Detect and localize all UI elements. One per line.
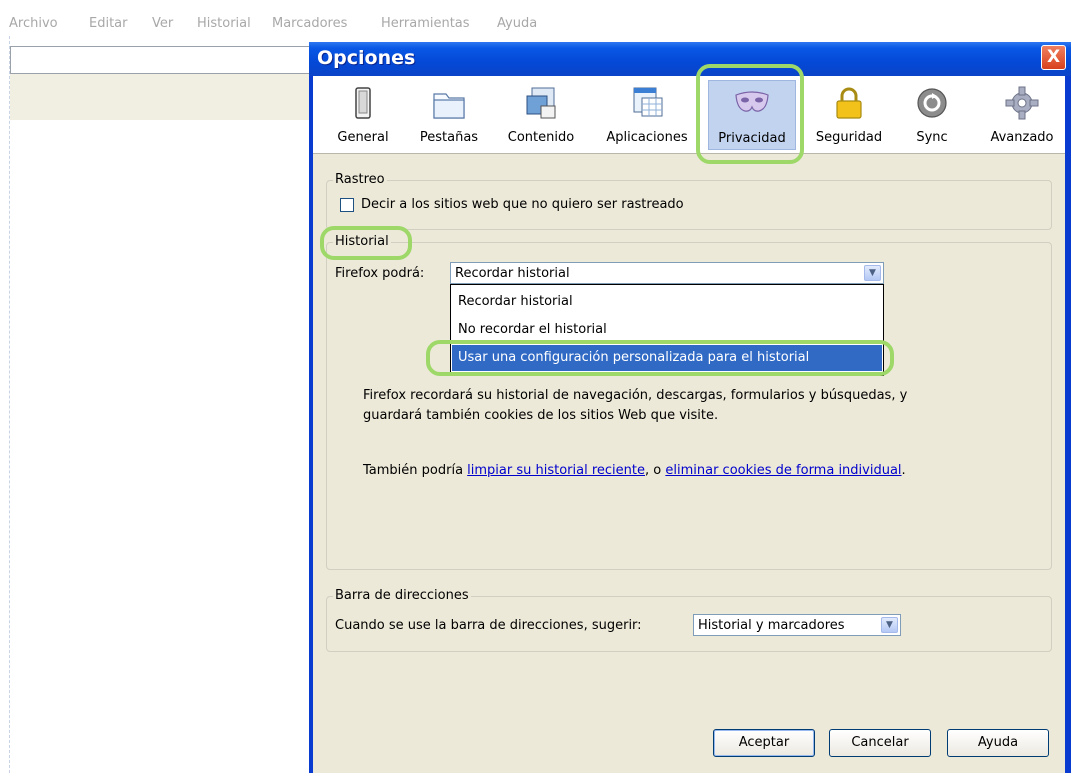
menu-marcadores[interactable]: Marcadores — [272, 16, 347, 31]
menu-archivo[interactable]: Archivo — [9, 16, 58, 31]
history-description-line2: guardará también cookies de los sitios W… — [363, 408, 719, 423]
tab-avanzado-label: Avanzado — [990, 130, 1054, 145]
browser-content-edge — [0, 36, 10, 773]
tab-contenido-label: Contenido — [507, 130, 575, 145]
tab-avanzado[interactable]: Avanzado — [981, 80, 1063, 150]
history-legend: Historial — [333, 234, 391, 249]
dialog-client-area: General Pestañas Contenido Aplicaciones … — [313, 76, 1065, 773]
address-bar-legend: Barra de direcciones — [333, 588, 471, 603]
clear-history-link[interactable]: limpiar su historial reciente — [467, 463, 645, 478]
menu-editar[interactable]: Editar — [89, 16, 128, 31]
history-also-text: También podría limpiar su historial reci… — [363, 461, 906, 481]
also-prefix: También podría — [363, 463, 468, 478]
history-mode-select[interactable]: Recordar historial ▼ — [450, 262, 884, 284]
tab-privacidad[interactable]: Privacidad — [708, 80, 796, 150]
preferences-toolbar: General Pestañas Contenido Aplicaciones … — [313, 76, 1065, 154]
gear-icon — [1005, 86, 1039, 120]
history-description-line1: Firefox recordará su historial de navega… — [363, 388, 908, 403]
tab-privacidad-label: Privacidad — [718, 131, 786, 146]
menu-ver[interactable]: Ver — [152, 16, 173, 31]
tab-seguridad-label: Seguridad — [815, 130, 883, 145]
dialog-title: Opciones — [317, 47, 416, 69]
tab-aplicaciones[interactable]: Aplicaciones — [599, 80, 695, 150]
content-icon — [526, 87, 556, 119]
address-bar-suggest-select[interactable]: Historial y marcadores ▼ — [693, 614, 901, 636]
tab-pestanas-label: Pestañas — [419, 130, 479, 145]
lock-icon — [836, 87, 862, 119]
mask-icon — [735, 91, 769, 112]
tab-contenido[interactable]: Contenido — [501, 80, 581, 150]
browser-toolbar-strip — [10, 74, 310, 120]
tab-general[interactable]: General — [331, 80, 395, 150]
history-option-remember[interactable]: Recordar historial — [452, 289, 882, 315]
close-icon: X — [1046, 47, 1061, 67]
menu-historial[interactable]: Historial — [197, 16, 251, 31]
chevron-down-icon: ▼ — [881, 617, 898, 633]
firefox-will-label: Firefox podrá: — [335, 266, 425, 281]
tab-general-label: General — [337, 130, 389, 145]
help-button[interactable]: Ayuda — [947, 729, 1049, 757]
do-not-track-label: Decir a los sitios web que no quiero ser… — [361, 197, 684, 212]
chevron-down-icon: ▼ — [864, 265, 881, 281]
menu-herramientas[interactable]: Herramientas — [381, 16, 470, 31]
address-bar-suggest-value: Historial y marcadores — [698, 618, 845, 633]
close-button[interactable]: X — [1041, 45, 1066, 70]
history-option-custom[interactable]: Usar una configuración personalizada par… — [452, 345, 882, 371]
tab-pestanas[interactable]: Pestañas — [413, 80, 485, 150]
applications-icon — [633, 87, 663, 117]
also-middle: , o — [645, 463, 666, 478]
cancel-button[interactable]: Cancelar — [829, 729, 931, 757]
remove-cookies-link[interactable]: eliminar cookies de forma individual — [665, 463, 901, 478]
ok-button[interactable]: Aceptar — [713, 729, 815, 757]
tracking-legend: Rastreo — [333, 172, 387, 187]
tabs-icon — [433, 93, 465, 119]
menu-ayuda[interactable]: Ayuda — [497, 16, 537, 31]
do-not-track-checkbox[interactable] — [340, 198, 354, 212]
sync-icon — [917, 88, 947, 118]
history-mode-dropdown: Recordar historial No recordar el histor… — [450, 284, 884, 376]
options-dialog: Opciones X General Pestañas Contenido Ap… — [309, 42, 1071, 773]
browser-menubar: Archivo Editar Ver Historial Marcadores … — [0, 0, 1071, 36]
history-mode-value: Recordar historial — [455, 266, 570, 281]
dialog-titlebar[interactable]: Opciones X — [309, 42, 1071, 76]
address-bar-suggest-label: Cuando se use la barra de direcciones, s… — [335, 618, 642, 633]
tab-sync[interactable]: Sync — [909, 80, 955, 150]
tab-seguridad[interactable]: Seguridad — [807, 80, 891, 150]
switch-icon — [355, 87, 371, 119]
history-option-never[interactable]: No recordar el historial — [452, 317, 882, 343]
also-suffix: . — [901, 463, 906, 478]
browser-address-field[interactable] — [10, 46, 310, 74]
tab-sync-label: Sync — [916, 130, 948, 145]
tab-aplicaciones-label: Aplicaciones — [606, 130, 688, 145]
